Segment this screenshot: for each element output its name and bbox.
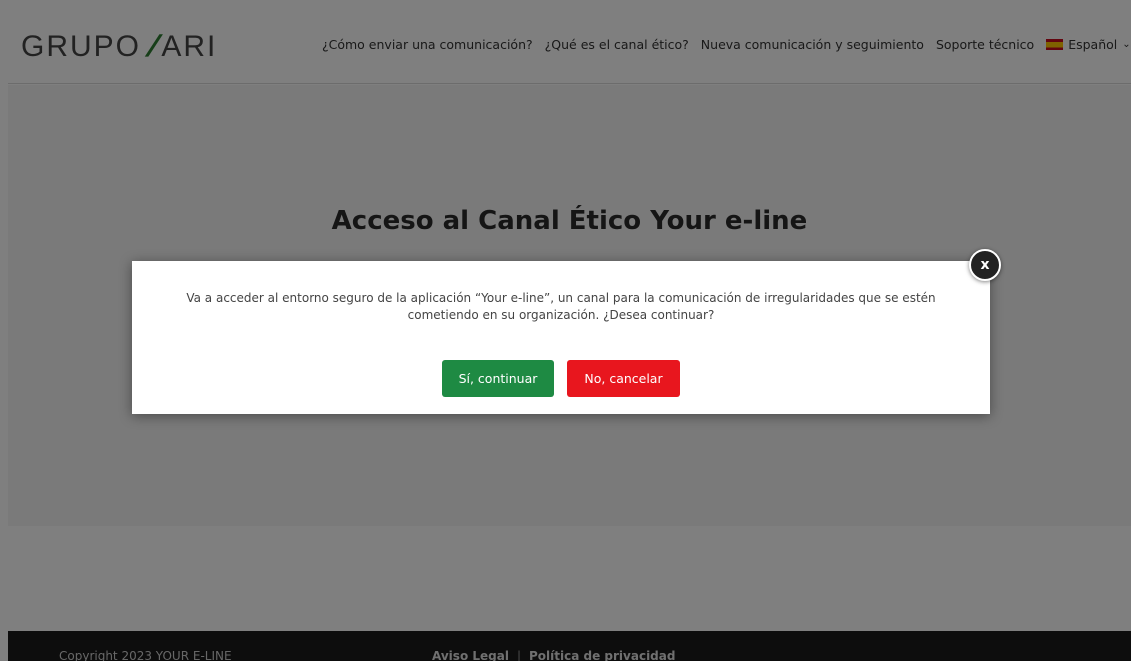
confirm-button[interactable]: Sí, continuar <box>442 360 554 397</box>
confirm-dialog: Va a acceder al entorno seguro de la apl… <box>132 261 990 414</box>
close-icon[interactable]: x <box>969 249 1001 281</box>
dialog-actions: Sí, continuar No, cancelar <box>132 360 990 397</box>
cancel-button[interactable]: No, cancelar <box>567 360 680 397</box>
dialog-message: Va a acceder al entorno seguro de la apl… <box>186 291 936 322</box>
